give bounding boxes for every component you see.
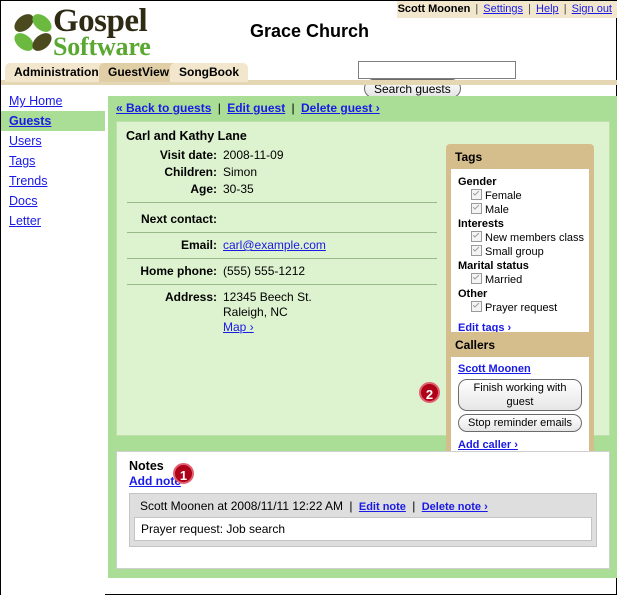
tag-label: Prayer request [485,302,558,314]
breadcrumb-separator-1: | [217,101,221,115]
sidebar-item-trends[interactable]: Trends [1,171,105,191]
note-body: Prayer request: Job search [134,517,592,541]
tag-label: Married [485,274,523,286]
field-value: Simon [223,165,258,179]
userbar-separator-2: | [528,3,531,15]
address-line-1: 12345 Beech St. [223,290,312,304]
userbar-separator-1: | [475,3,479,15]
field-label: Age: [190,182,217,196]
back-to-guests-link[interactable]: « Back to guests [116,101,211,115]
note-item: Scott Moonen at 2008/11/11 12:22 AM | Ed… [129,493,597,547]
tag-checkbox-female[interactable]: Female [458,189,582,203]
tags-panel: Tags Gender Female Male Interests New me… [446,144,594,348]
field-divider-4 [127,284,437,285]
field-label: Children: [164,165,217,179]
userbar-separator-3: | [563,3,567,15]
field-value: 2008-11-09 [223,148,284,162]
callout-badge-2: 2 [419,382,440,403]
page-title: Grace Church [249,21,370,41]
tag-group-gender: Gender [458,176,497,188]
sidebar-item-docs[interactable]: Docs [1,191,105,211]
checkbox-icon[interactable] [471,273,482,284]
tag-label: Small group [485,246,544,258]
callers-panel-body: Scott Moonen Finish working with guest S… [451,357,589,459]
field-label: Home phone: [140,264,217,278]
tab-administration[interactable]: Administration [5,63,108,82]
tag-checkbox-prayer-request[interactable]: Prayer request [458,301,582,315]
note-separator-1: | [349,499,353,513]
breadcrumb: « Back to guests | Edit guest | Delete g… [108,96,617,119]
field-age: Age: 30-35 [121,181,441,198]
tag-checkbox-married[interactable]: Married [458,273,582,287]
field-value [223,211,441,213]
sign-out-link[interactable]: Sign out [572,3,612,15]
tag-checkbox-male[interactable]: Male [458,203,582,217]
tag-group-interests: Interests [458,218,504,230]
sidebar-nav: My Home Guests Users Tags Trends Docs Le… [1,91,105,595]
tag-checkbox-new-members-class[interactable]: New members class [458,231,585,245]
breadcrumb-separator-2: | [291,101,295,115]
field-visit-date: Visit date: 2008-11-09 [121,147,441,164]
field-label: Visit date: [159,148,217,162]
address-line-2: Raleigh, NC [223,305,288,319]
delete-guest-link[interactable]: Delete guest › [301,101,380,115]
tab-guestview[interactable]: GuestView [99,63,179,82]
callers-panel: Callers Scott Moonen Finish working with… [446,332,594,465]
stop-reminder-emails-button[interactable]: Stop reminder emails [458,414,582,432]
field-divider-3 [127,258,437,259]
tag-group-marital-status: Marital status [458,260,529,272]
sidebar-item-my-home[interactable]: My Home [1,91,105,111]
checkbox-icon[interactable] [471,231,482,242]
callout-badge-1: 1 [173,463,194,484]
checkbox-icon[interactable] [471,189,482,200]
field-children: Children: Simon [121,164,441,181]
map-link[interactable]: Map › [223,320,254,334]
main-tab-bar: Administration GuestView SongBook [1,63,617,85]
sidebar-item-users[interactable]: Users [1,131,105,151]
note-author-timestamp: Scott Moonen at 2008/11/11 12:22 AM [140,499,344,513]
field-email: Email: carl@example.com [121,237,441,254]
sidebar-item-letter[interactable]: Letter [1,211,105,231]
user-bar: Scott Moonen | Settings | Help | Sign ou… [397,1,617,18]
field-divider-1 [127,202,437,203]
field-address: Address: 12345 Beech St. Raleigh, NC Map… [121,289,441,336]
note-meta: Scott Moonen at 2008/11/11 12:22 AM | Ed… [134,498,592,517]
checkbox-icon[interactable] [471,245,482,256]
field-label: Next contact: [140,212,217,226]
delete-note-link[interactable]: Delete note › [422,501,488,513]
note-separator-2: | [412,499,416,513]
help-link[interactable]: Help [536,3,559,15]
tag-checkbox-small-group[interactable]: Small group [458,245,582,259]
callers-panel-title: Callers [455,338,496,352]
checkbox-icon[interactable] [471,301,482,312]
tag-label: New members class [485,232,585,244]
edit-guest-link[interactable]: Edit guest [227,101,285,115]
tag-label: Female [485,190,522,202]
field-value: (555) 555-1212 [223,264,306,278]
guest-field-list: Visit date: 2008-11-09 Children: Simon A… [121,147,441,198]
current-user-name: Scott Moonen [397,3,471,15]
main-content-frame: « Back to guests | Edit guest | Delete g… [108,96,617,578]
edit-note-link[interactable]: Edit note [359,501,406,513]
finish-working-with-guest-button[interactable]: Finish working with guest [458,379,582,411]
sidebar-item-guests[interactable]: Guests [1,111,105,131]
tags-panel-title: Tags [455,150,483,164]
sidebar-item-tags[interactable]: Tags [1,151,105,171]
guest-email-link[interactable]: carl@example.com [223,238,326,252]
tag-label: Male [485,204,509,216]
tag-group-other: Other [458,288,488,300]
settings-link[interactable]: Settings [483,3,523,15]
field-divider-2 [127,232,437,233]
field-label: Email: [180,238,217,252]
tags-panel-body: Gender Female Male Interests New members… [451,169,589,342]
field-value: 30-35 [223,182,254,196]
field-next-contact: Next contact: [121,207,441,228]
field-label: Address: [164,290,217,304]
field-home-phone: Home phone: (555) 555-1212 [121,263,441,280]
checkbox-icon[interactable] [471,203,482,214]
tab-songbook[interactable]: SongBook [170,63,248,82]
caller-name-link[interactable]: Scott Moonen [458,363,582,376]
